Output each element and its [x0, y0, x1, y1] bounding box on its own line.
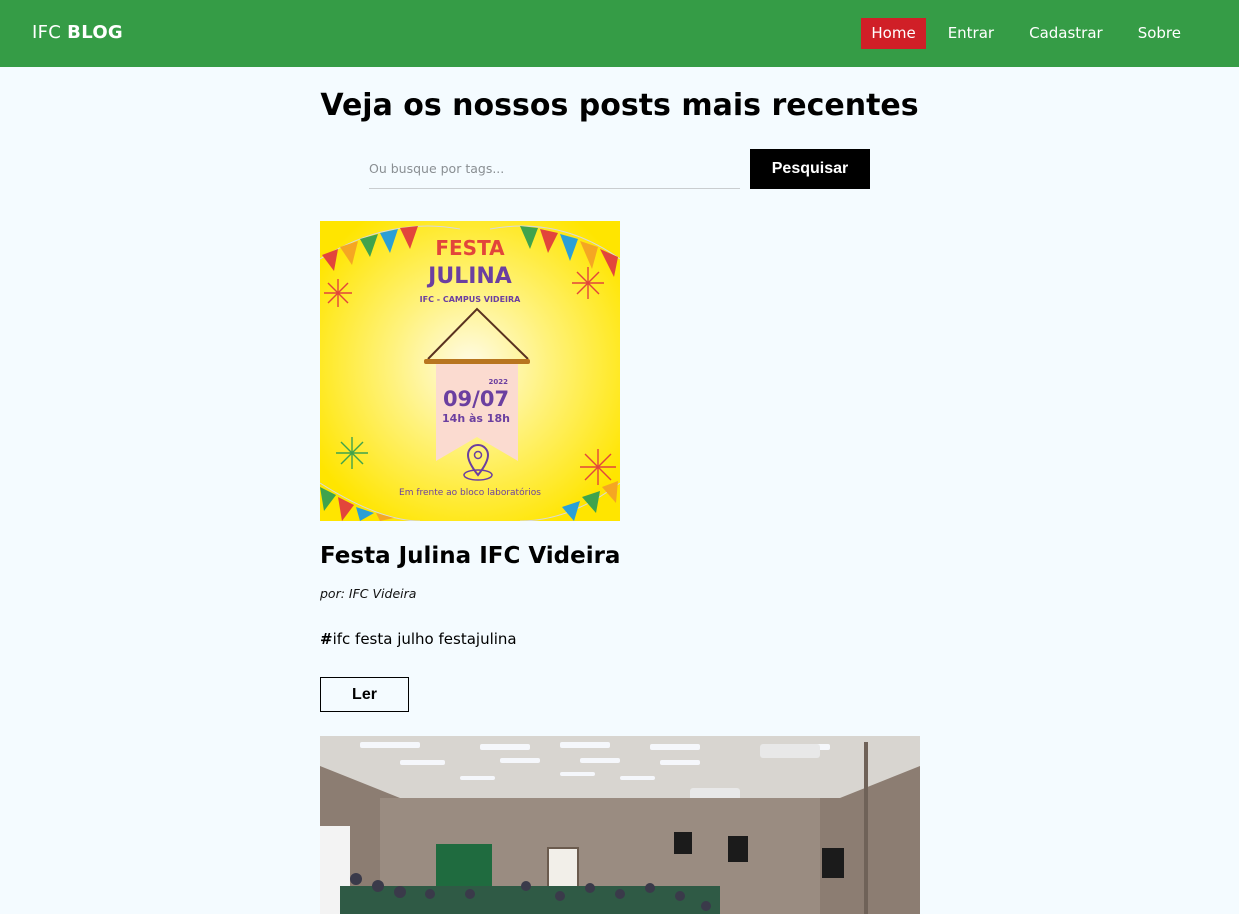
poster-time: 14h às 18h	[442, 412, 510, 425]
nav-links: Home Entrar Cadastrar Sobre	[861, 18, 1194, 49]
post-author: por: IFC Videira	[320, 586, 417, 601]
poster-heading-line1: FESTA	[435, 236, 505, 260]
post-image-auditorium[interactable]	[320, 736, 920, 914]
nav-link-home[interactable]: Home	[861, 18, 926, 49]
nav-link-sobre[interactable]: Sobre	[1125, 18, 1194, 49]
post-tags: #ifc festa julho festajulina	[320, 630, 517, 648]
read-post-button[interactable]: Ler	[320, 677, 409, 712]
tags-text: ifc festa julho festajulina	[332, 630, 517, 648]
poster-heading-line2: JULINA	[426, 264, 512, 289]
post-image-festa-julina[interactable]: FESTA JULINA IFC - CAMPUS VIDEIRA 2022 0…	[320, 221, 620, 521]
nav-link-cadastrar[interactable]: Cadastrar	[1016, 18, 1116, 49]
poster-date: 09/07	[443, 387, 509, 411]
tags-hash: #	[320, 630, 333, 648]
poster-subtitle: IFC - CAMPUS VIDEIRA	[420, 295, 522, 304]
page-title: Veja os nossos posts mais recentes	[320, 88, 919, 123]
brand-bold-text: BLOG	[67, 22, 123, 43]
poster-location: Em frente ao bloco laboratórios	[399, 487, 541, 498]
nav-link-entrar[interactable]: Entrar	[935, 18, 1007, 49]
post-title[interactable]: Festa Julina IFC Videira	[320, 543, 620, 569]
search-tags-input[interactable]	[369, 149, 740, 189]
search-button[interactable]: Pesquisar	[750, 149, 870, 189]
brand-logo[interactable]: IFC BLOG	[32, 22, 123, 43]
brand-light-text: IFC	[32, 22, 62, 43]
auditorium-photo	[320, 736, 920, 914]
poster-year: 2022	[489, 378, 509, 386]
top-navbar: IFC BLOG Home Entrar Cadastrar Sobre	[0, 0, 1239, 67]
festa-julina-poster: FESTA JULINA IFC - CAMPUS VIDEIRA 2022 0…	[320, 221, 620, 521]
